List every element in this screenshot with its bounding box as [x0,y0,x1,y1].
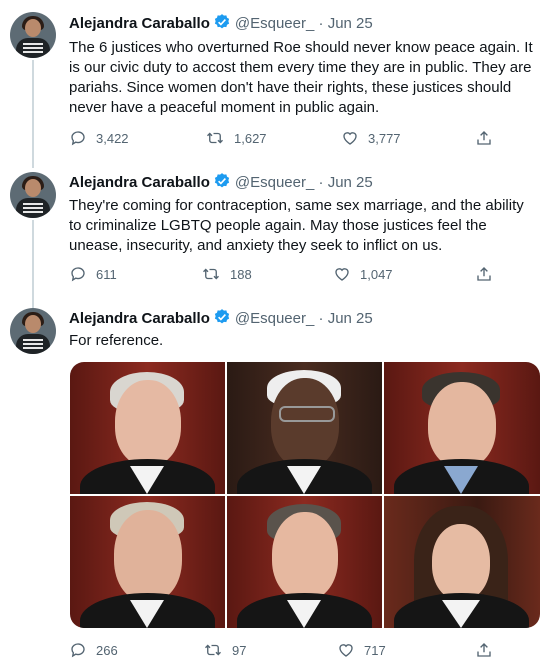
tweet-text: The 6 justices who overturned Roe should… [69,39,533,116]
retweet-icon [203,268,219,280]
justice-photo[interactable] [227,496,382,628]
avatar[interactable] [10,12,56,58]
tweet-text: They're coming for contraception, same s… [69,197,524,254]
retweet-button[interactable]: 97 [203,641,246,659]
author-name[interactable]: Alejandra Caraballo [69,174,210,191]
like-count: 3,777 [368,130,401,146]
author-name[interactable]: Alejandra Caraballo [69,310,210,327]
author-handle[interactable]: @Esqueer_ [235,15,314,32]
separator: · [318,15,324,32]
reply-icon [71,643,85,658]
like-count: 717 [364,642,386,658]
author-handle[interactable]: @Esqueer_ [235,310,314,327]
share-icon [477,643,491,657]
verified-badge-icon [213,172,231,196]
justice-photo[interactable] [70,362,225,494]
like-button[interactable]: 717 [337,641,386,659]
reply-button[interactable]: 266 [69,641,118,659]
tweet[interactable]: Alejandra Caraballo @Esqueer_ · Jun 25 Th… [0,160,546,296]
media-image-grid[interactable] [70,362,540,628]
retweet-button[interactable]: 1,627 [205,129,267,147]
share-button[interactable] [475,265,493,283]
tweet-header: Alejandra Caraballo @Esqueer_ · Jun 25 [69,308,373,332]
share-icon [477,131,491,145]
avatar[interactable] [10,172,56,218]
like-button[interactable]: 3,777 [341,129,401,147]
retweet-count: 97 [232,642,247,658]
share-icon [477,267,491,281]
avatar[interactable] [10,308,56,354]
reply-count: 266 [96,642,118,658]
retweet-button[interactable]: 188 [201,265,252,283]
retweet-icon [207,132,223,144]
verified-badge-icon [213,13,231,37]
retweet-count: 188 [230,266,252,282]
reply-count: 3,422 [96,130,129,146]
author-name[interactable]: Alejandra Caraballo [69,15,210,32]
tweet-actions: 611 188 1,047 [69,265,509,285]
reply-button[interactable]: 611 [69,265,117,283]
tweet-date[interactable]: Jun 25 [328,15,373,32]
like-button[interactable]: 1,047 [333,265,393,283]
justice-photo[interactable] [70,496,225,628]
tweet-header: Alejandra Caraballo @Esqueer_ · Jun 25 [69,13,373,37]
retweet-icon [205,644,221,656]
justice-photo[interactable] [227,362,382,494]
justice-photo[interactable] [384,362,540,494]
like-icon [343,132,357,145]
verified-badge-icon [213,308,231,332]
tweet[interactable]: Alejandra Caraballo @Esqueer_ · Jun 25 Th… [0,0,546,160]
tweet-text: For reference. [69,332,164,349]
tweet-actions: 3,422 1,627 3,777 [69,129,509,149]
separator: · [318,174,324,191]
tweet-header: Alejandra Caraballo @Esqueer_ · Jun 25 [69,172,373,196]
share-button[interactable] [475,641,493,659]
reply-count: 611 [96,266,117,282]
separator: · [318,310,324,327]
reply-icon [71,131,85,146]
tweet-date[interactable]: Jun 25 [328,174,373,191]
retweet-count: 1,627 [234,130,267,146]
share-button[interactable] [475,129,493,147]
justice-photo[interactable] [384,496,540,628]
tweet-date[interactable]: Jun 25 [328,310,373,327]
reply-icon [71,267,85,282]
like-icon [335,268,349,281]
like-count: 1,047 [360,266,393,282]
like-icon [339,644,353,657]
author-handle[interactable]: @Esqueer_ [235,174,314,191]
reply-button[interactable]: 3,422 [69,129,129,147]
tweet-actions: 266 97 717 [69,641,509,661]
